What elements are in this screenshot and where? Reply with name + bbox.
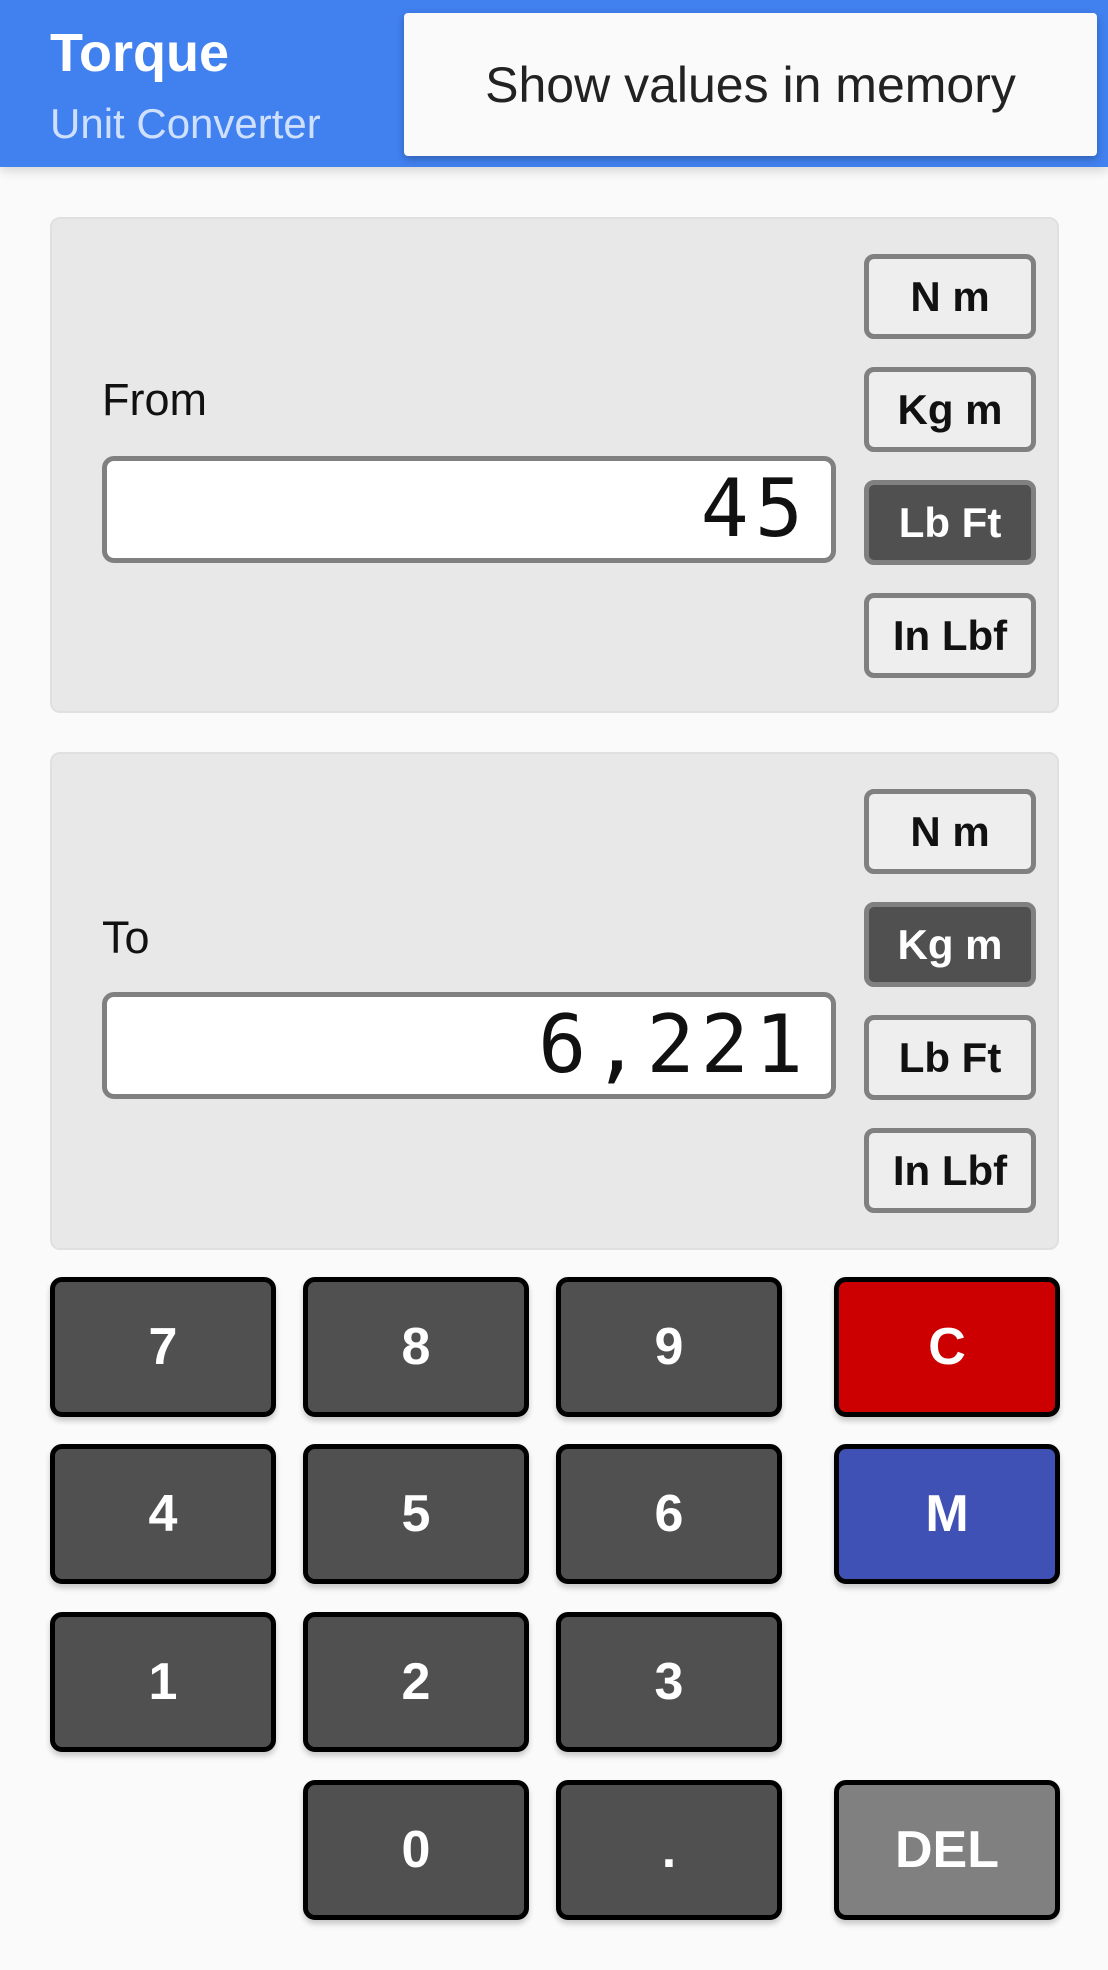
key-0[interactable]: 0 <box>303 1780 529 1920</box>
to-panel: To 6,221 N m Kg m Lb Ft In Lbf <box>50 752 1059 1250</box>
from-unit-kgm[interactable]: Kg m <box>864 367 1036 452</box>
key-1[interactable]: 1 <box>50 1612 276 1752</box>
from-unit-inlbf[interactable]: In Lbf <box>864 593 1036 678</box>
to-unit-nm[interactable]: N m <box>864 789 1036 874</box>
delete-button[interactable]: DEL <box>834 1780 1060 1920</box>
key-7[interactable]: 7 <box>50 1277 276 1417</box>
app-subtitle: Unit Converter <box>50 100 321 147</box>
from-label: From <box>102 374 207 425</box>
to-unit-kgm[interactable]: Kg m <box>864 902 1036 987</box>
key-4[interactable]: 4 <box>50 1444 276 1584</box>
memory-button[interactable]: M <box>834 1444 1060 1584</box>
to-unit-inlbf[interactable]: In Lbf <box>864 1128 1036 1213</box>
to-unit-lbft[interactable]: Lb Ft <box>864 1015 1036 1100</box>
to-value-field[interactable]: 6,221 <box>102 992 836 1099</box>
menu-item-show-memory[interactable]: Show values in memory <box>404 13 1097 156</box>
from-unit-lbft[interactable]: Lb Ft <box>864 480 1036 565</box>
key-8[interactable]: 8 <box>303 1277 529 1417</box>
app-title: Torque <box>50 23 229 83</box>
key-2[interactable]: 2 <box>303 1612 529 1752</box>
from-unit-nm[interactable]: N m <box>864 254 1036 339</box>
from-panel: From 45 N m Kg m Lb Ft In Lbf <box>50 217 1059 713</box>
key-9[interactable]: 9 <box>556 1277 782 1417</box>
from-value-field[interactable]: 45 <box>102 456 836 563</box>
key-decimal[interactable]: . <box>556 1780 782 1920</box>
clear-button[interactable]: C <box>834 1277 1060 1417</box>
key-5[interactable]: 5 <box>303 1444 529 1584</box>
to-label: To <box>102 912 150 963</box>
key-3[interactable]: 3 <box>556 1612 782 1752</box>
key-6[interactable]: 6 <box>556 1444 782 1584</box>
